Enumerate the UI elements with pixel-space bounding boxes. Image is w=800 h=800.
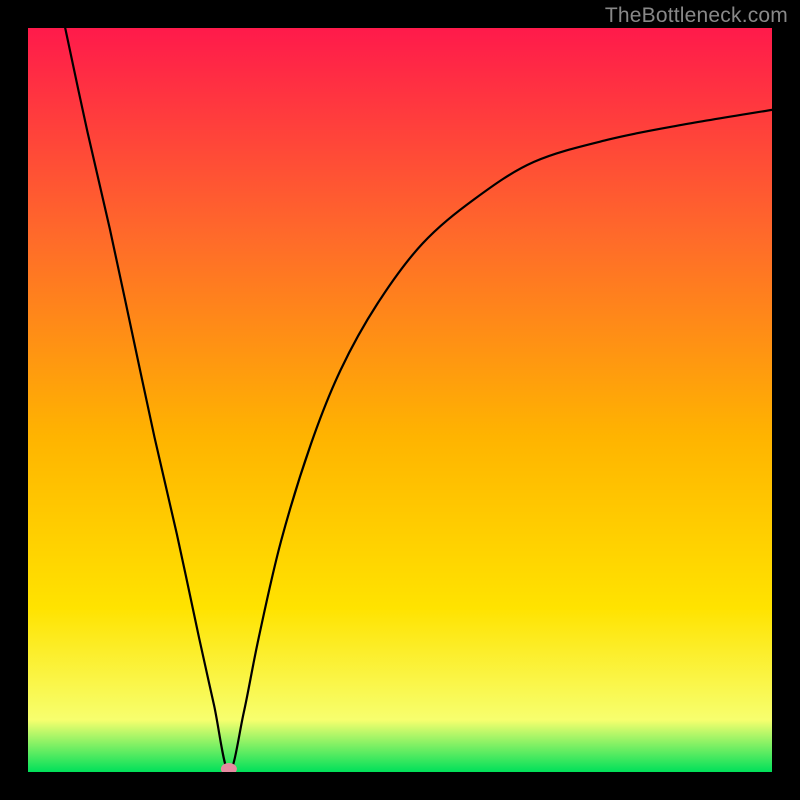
gradient-background bbox=[28, 28, 772, 772]
bottleneck-chart bbox=[28, 28, 772, 772]
attribution-label: TheBottleneck.com bbox=[605, 4, 788, 28]
plot-frame bbox=[28, 28, 772, 772]
